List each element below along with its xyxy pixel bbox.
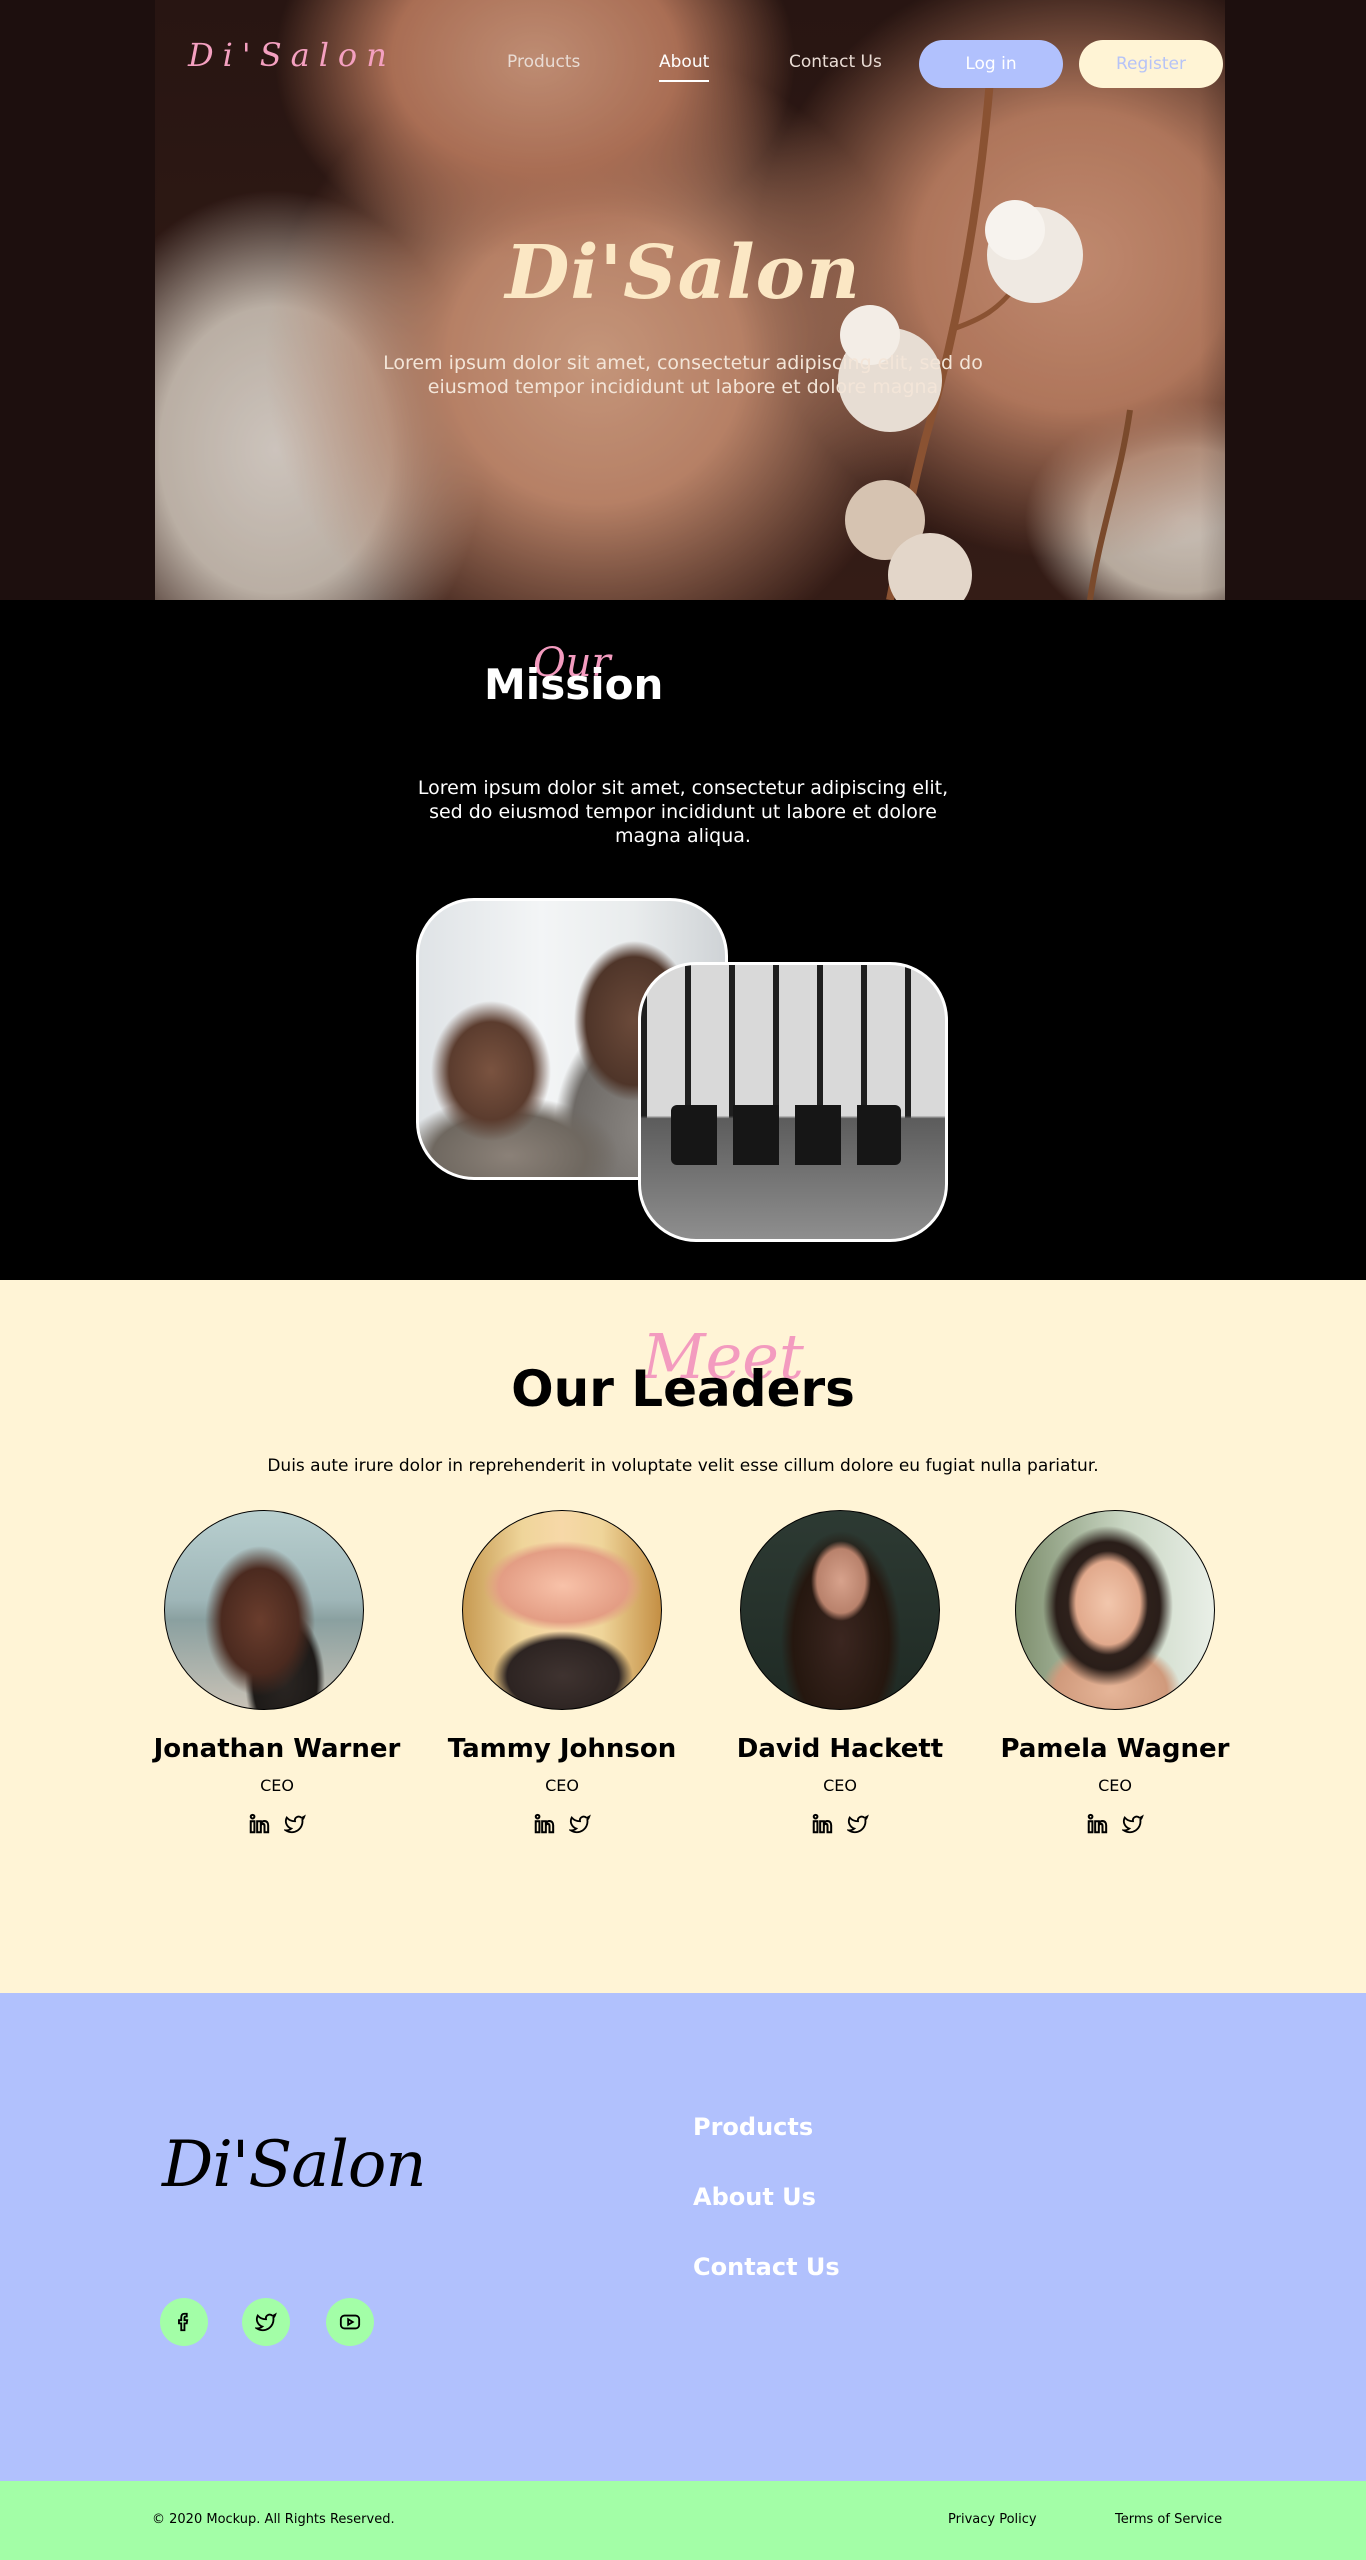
nav-link-products[interactable]: Products [507, 52, 580, 72]
twitter-icon[interactable] [282, 1813, 306, 1835]
twitter-icon[interactable] [242, 2298, 290, 2346]
bottom-bar: © 2020 Mockup. All Rights Reserved. Priv… [0, 2481, 1366, 2560]
facebook-icon[interactable] [160, 2298, 208, 2346]
top-navigation: Di'Salon Products About Contact Us Log i… [0, 0, 1366, 130]
copyright-text: © 2020 Mockup. All Rights Reserved. [152, 2512, 395, 2527]
salon-interior-photo [638, 962, 948, 1242]
hero-title: Di'Salon [505, 230, 861, 316]
linkedin-icon[interactable] [248, 1813, 270, 1835]
leader-name: Jonathan Warner [153, 1734, 401, 1764]
nav-link-about[interactable]: About [659, 52, 710, 82]
leaders-heading: Our Leaders [511, 1360, 855, 1418]
leader-socials [147, 1813, 407, 1835]
footer-link-contact-us[interactable]: Contact Us [693, 2253, 840, 2281]
hero-subtitle: Lorem ipsum dolor sit amet, consectetur … [383, 352, 983, 398]
leader-avatar [740, 1510, 940, 1710]
linkedin-icon[interactable] [533, 1813, 555, 1835]
leader-role: CEO [545, 1776, 579, 1795]
linkedin-icon[interactable] [1086, 1813, 1108, 1835]
twitter-icon[interactable] [845, 1813, 869, 1835]
leader-name: Pamela Wagner [1000, 1734, 1230, 1764]
leader-card: Pamela Wagner CEO [985, 1510, 1245, 1835]
terms-of-service-link[interactable]: Terms of Service [1115, 2512, 1222, 2527]
leader-role: CEO [260, 1776, 294, 1795]
leaders-section: Meet Our Leaders Duis aute irure dolor i… [0, 1280, 1366, 1993]
cotton-branch-image [838, 80, 1133, 600]
leader-card: Jonathan Warner CEO [147, 1510, 407, 1835]
hero-section: Di'Salon Products About Contact Us Log i… [0, 0, 1366, 600]
footer-link-about-us[interactable]: About Us [693, 2183, 816, 2211]
leader-avatar [1015, 1510, 1215, 1710]
footer: Di'Salon Products About Us Contact Us [0, 1993, 1366, 2481]
leader-socials [985, 1813, 1245, 1835]
leader-avatar [164, 1510, 364, 1710]
twitter-icon[interactable] [567, 1813, 591, 1835]
login-button[interactable]: Log in [919, 40, 1063, 88]
nav-logo[interactable]: Di'Salon [188, 36, 396, 74]
youtube-icon[interactable] [326, 2298, 374, 2346]
twitter-icon[interactable] [1120, 1813, 1144, 1835]
leaders-description: Duis aute irure dolor in reprehenderit i… [267, 1456, 1099, 1476]
mission-text: Lorem ipsum dolor sit amet, consectetur … [417, 777, 949, 847]
footer-logo[interactable]: Di'Salon [162, 2128, 427, 2202]
nav-link-contact-us[interactable]: Contact Us [789, 52, 882, 72]
register-button[interactable]: Register [1079, 40, 1223, 88]
linkedin-icon[interactable] [811, 1813, 833, 1835]
privacy-policy-link[interactable]: Privacy Policy [948, 2512, 1037, 2527]
leader-socials [432, 1813, 692, 1835]
leader-card: Tammy Johnson CEO [432, 1510, 692, 1835]
mission-heading: Mission [484, 660, 664, 709]
footer-link-products[interactable]: Products [693, 2113, 813, 2141]
leader-avatar [462, 1510, 662, 1710]
leader-role: CEO [1098, 1776, 1132, 1795]
mission-section: Our Mission Lorem ipsum dolor sit amet, … [0, 600, 1366, 1280]
leader-role: CEO [823, 1776, 857, 1795]
leader-name: Tammy Johnson [447, 1734, 677, 1764]
leader-name: David Hackett [736, 1734, 944, 1764]
leader-card: David Hackett CEO [710, 1510, 970, 1835]
leader-socials [710, 1813, 970, 1835]
